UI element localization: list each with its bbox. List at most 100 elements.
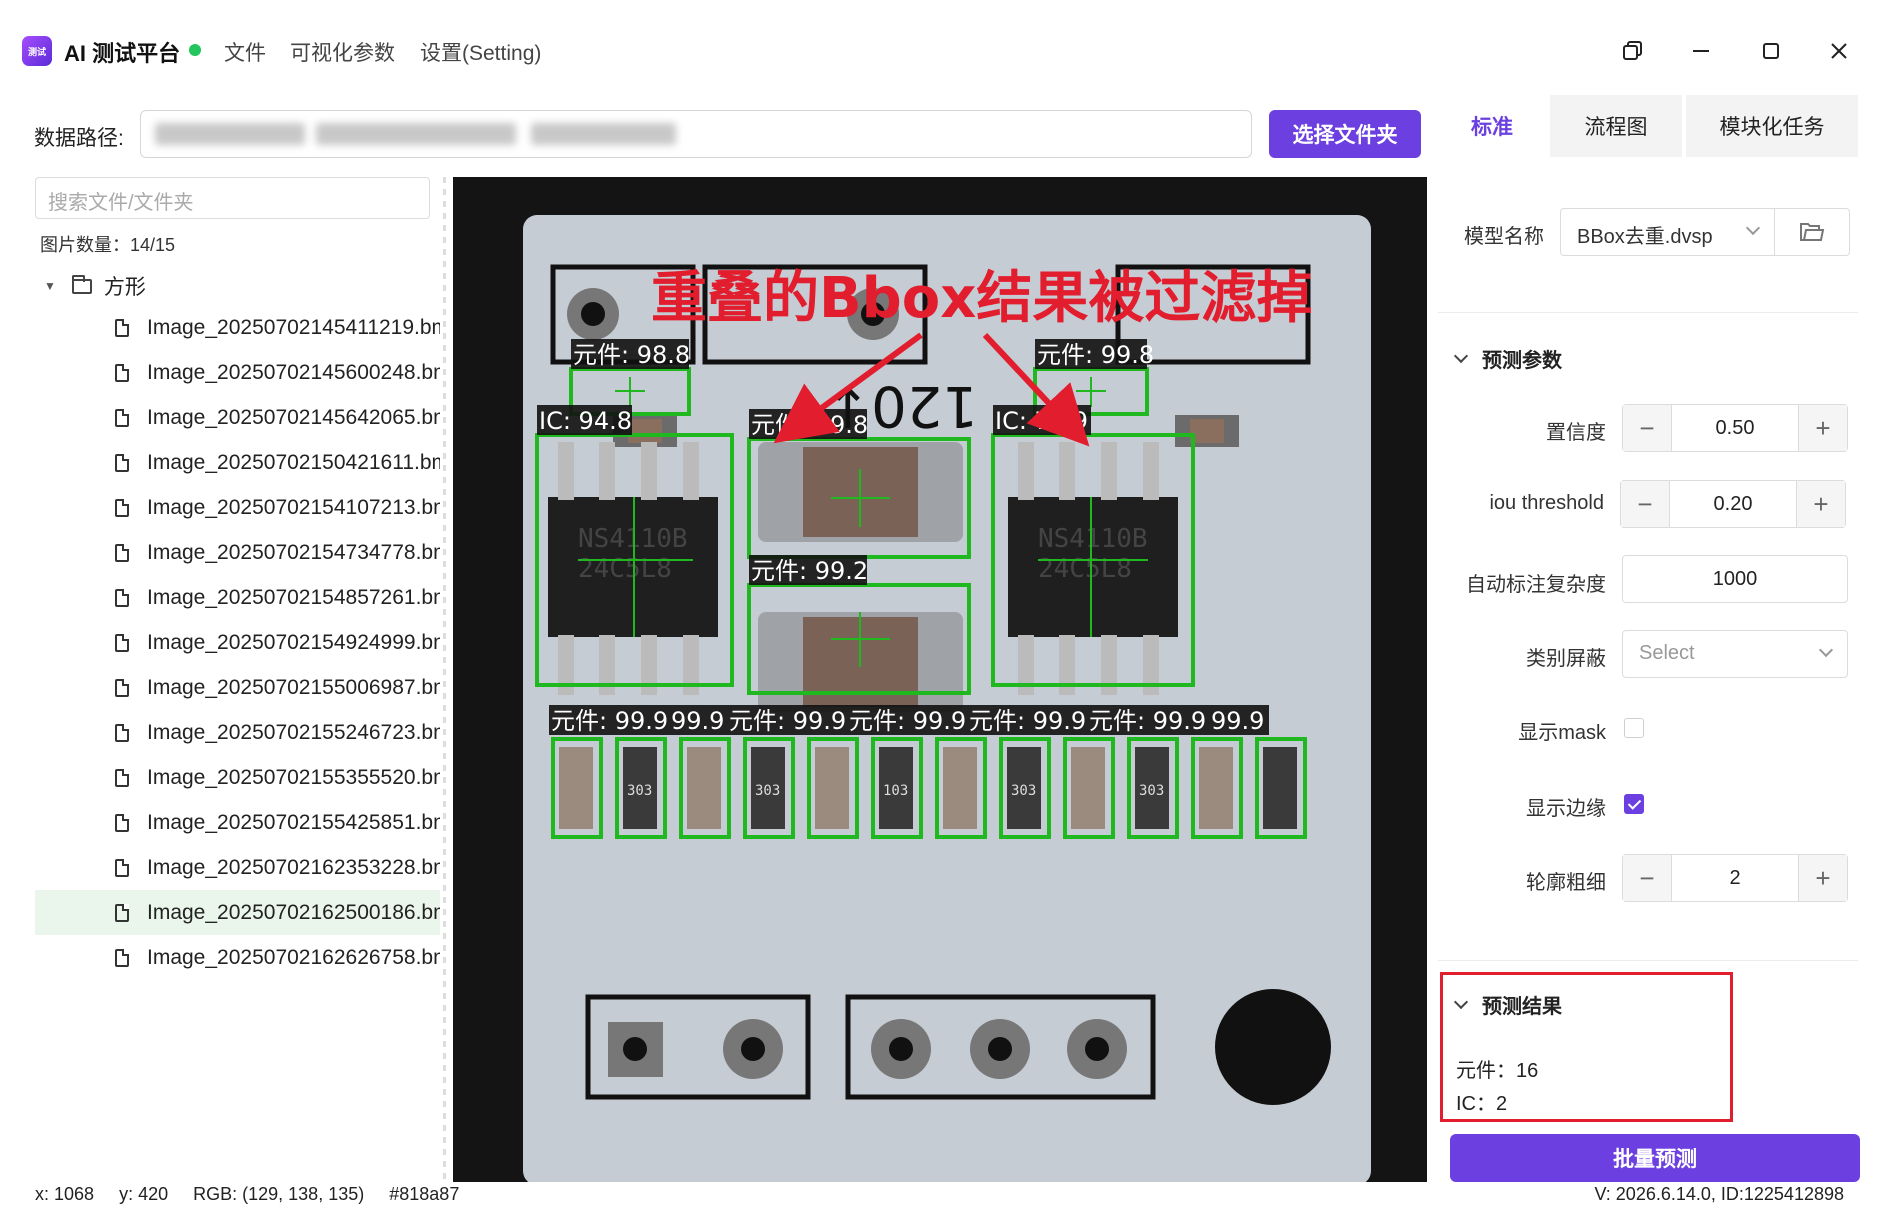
divider <box>1438 960 1858 961</box>
file-name: Image_20250702145411219.bmp <box>147 315 440 339</box>
resistor <box>1263 747 1297 829</box>
file-icon <box>115 678 129 697</box>
file-list-item[interactable]: Image_20250702150421611.bmp <box>35 440 440 485</box>
pcb-image: 120↓ NS4110B 24C5L8 NS4110B 24C5L8 303 30… <box>453 177 1427 1182</box>
redacted-text <box>531 123 676 145</box>
panel-splitter[interactable] <box>443 177 446 1182</box>
complexity-input[interactable]: 1000 <box>1622 555 1848 603</box>
folder-icon <box>71 274 92 294</box>
show-edge-label: 显示边缘 <box>1526 798 1606 820</box>
file-name: Image_20250702155425851.bmp <box>147 810 440 834</box>
file-list-item[interactable]: Image_20250702162626758.bmp <box>35 935 440 980</box>
resistor-marking: 303 <box>1011 783 1036 799</box>
data-path-label: 数据路径: <box>34 127 124 150</box>
close-icon[interactable] <box>1822 34 1856 68</box>
chevron-down-icon <box>1745 220 1761 236</box>
file-list-item[interactable]: Image_20250702155006987.bmp <box>35 665 440 710</box>
detection-label: IC: 79.9 <box>995 407 1088 435</box>
detection-label: 元件: 99.9 <box>849 707 966 735</box>
detection-label: 99.9 <box>1211 707 1264 735</box>
file-icon <box>115 543 129 562</box>
model-name-label: 模型名称 <box>1464 226 1544 248</box>
chip-marking: NS4110B <box>578 524 688 554</box>
decrement-button[interactable]: − <box>1623 855 1671 901</box>
file-list-item[interactable]: Image_20250702154107213.bmp <box>35 485 440 530</box>
maximize-icon[interactable] <box>1754 34 1788 68</box>
caret-down-icon[interactable]: ▼ <box>44 279 56 293</box>
detection-label: 99.9 <box>671 707 724 735</box>
model-select[interactable]: BBox去重.dvsp <box>1560 208 1775 256</box>
file-list-item[interactable]: Image_20250702155246723.bmp <box>35 710 440 755</box>
minimize-icon[interactable] <box>1684 34 1718 68</box>
file-list-item[interactable]: Image_20250702145411219.bmp <box>35 305 440 350</box>
chip-marking: 24C5L8 <box>1038 554 1132 584</box>
file-list-item[interactable]: Image_20250702145600248.bmp <box>35 350 440 395</box>
cursor-x: x: 1068 <box>35 1184 95 1204</box>
file-icon <box>115 498 129 517</box>
file-icon <box>115 858 129 877</box>
file-icon <box>115 813 129 832</box>
file-search-input[interactable]: 搜索文件/文件夹 <box>35 177 430 219</box>
open-folder-icon[interactable] <box>1775 208 1850 256</box>
file-list-item[interactable]: Image_20250702145642065.bmp <box>35 395 440 440</box>
show-mask-checkbox[interactable] <box>1624 718 1644 738</box>
file-icon <box>115 408 129 427</box>
class-mask-select[interactable]: Select <box>1622 630 1848 678</box>
menu-settings[interactable]: 设置(Setting) <box>420 37 541 67</box>
tree-folder[interactable]: ▼ 方形 <box>44 271 146 301</box>
file-list-item[interactable]: Image_20250702155425851.bmp <box>35 800 440 845</box>
results-header[interactable]: 预测结果 <box>1453 990 1562 1019</box>
restore-icon[interactable] <box>1616 34 1650 68</box>
chip-marking: 24C5L8 <box>578 554 672 584</box>
pixel-hex: #818a87 <box>389 1184 460 1204</box>
resistor <box>687 747 721 829</box>
resistor-marking: 303 <box>627 783 652 799</box>
right-panel: 标准 流程图 模块化任务 模型名称 BBox去重.dvsp 预测参数 置信度 −… <box>1438 90 1858 1190</box>
decrement-button[interactable]: − <box>1623 405 1671 451</box>
data-path-input[interactable] <box>140 110 1252 158</box>
cursor-y: y: 420 <box>119 1184 169 1204</box>
iou-value[interactable]: 0.20 <box>1669 481 1797 527</box>
contour-value[interactable]: 2 <box>1671 855 1799 901</box>
file-list-item[interactable]: Image_20250702155355520.bmp <box>35 755 440 800</box>
chevron-down-icon <box>1453 348 1469 363</box>
select-folder-button[interactable]: 选择文件夹 <box>1269 110 1421 158</box>
increment-button[interactable]: + <box>1799 405 1847 451</box>
file-list-item[interactable]: Image_20250702162353228.bmp <box>35 845 440 890</box>
file-icon <box>115 318 129 337</box>
image-viewer[interactable]: 120↓ NS4110B 24C5L8 NS4110B 24C5L8 303 30… <box>453 177 1427 1182</box>
tab-flowchart[interactable]: 流程图 <box>1550 95 1682 157</box>
file-name: Image_20250702145600248.bmp <box>147 360 440 384</box>
file-icon <box>115 363 129 382</box>
resistor <box>559 747 593 829</box>
predict-params-title: 预测参数 <box>1482 350 1562 372</box>
chip-marking: NS4110B <box>1038 524 1148 554</box>
detection-label: 元件: 98.8 <box>573 341 690 369</box>
file-icon <box>115 903 129 922</box>
show-mask-label: 显示mask <box>1518 722 1606 744</box>
predict-params-header[interactable]: 预测参数 <box>1453 344 1562 373</box>
result-component-count: 元件：16 <box>1456 1060 1539 1082</box>
detection-label: 元件: 99.9 <box>969 707 1086 735</box>
tab-modular-task[interactable]: 模块化任务 <box>1686 95 1858 157</box>
file-list-item[interactable]: Image_20250702154734778.bmp <box>35 530 440 575</box>
resistor <box>943 747 977 829</box>
increment-button[interactable]: + <box>1797 481 1845 527</box>
batch-predict-button[interactable]: 批量预测 <box>1450 1134 1860 1182</box>
file-icon <box>115 633 129 652</box>
file-name: Image_20250702155246723.bmp <box>147 720 440 744</box>
file-icon <box>115 768 129 787</box>
file-list-item[interactable]: Image_20250702154857261.bmp <box>35 575 440 620</box>
file-list-item[interactable]: Image_20250702154924999.bmp <box>35 620 440 665</box>
contour-label: 轮廓粗细 <box>1526 872 1606 894</box>
increment-button[interactable]: + <box>1799 855 1847 901</box>
confidence-value[interactable]: 0.50 <box>1671 405 1799 451</box>
iou-label: iou threshold <box>1489 492 1604 514</box>
file-name: Image_20250702154857261.bmp <box>147 585 440 609</box>
menu-visual-params[interactable]: 可视化参数 <box>290 37 395 67</box>
file-list-item[interactable]: Image_20250702162500186.bmp <box>35 890 440 935</box>
menu-file[interactable]: 文件 <box>224 37 266 67</box>
show-edge-checkbox[interactable] <box>1624 794 1644 814</box>
decrement-button[interactable]: − <box>1621 481 1669 527</box>
tab-standard[interactable]: 标准 <box>1438 95 1546 157</box>
